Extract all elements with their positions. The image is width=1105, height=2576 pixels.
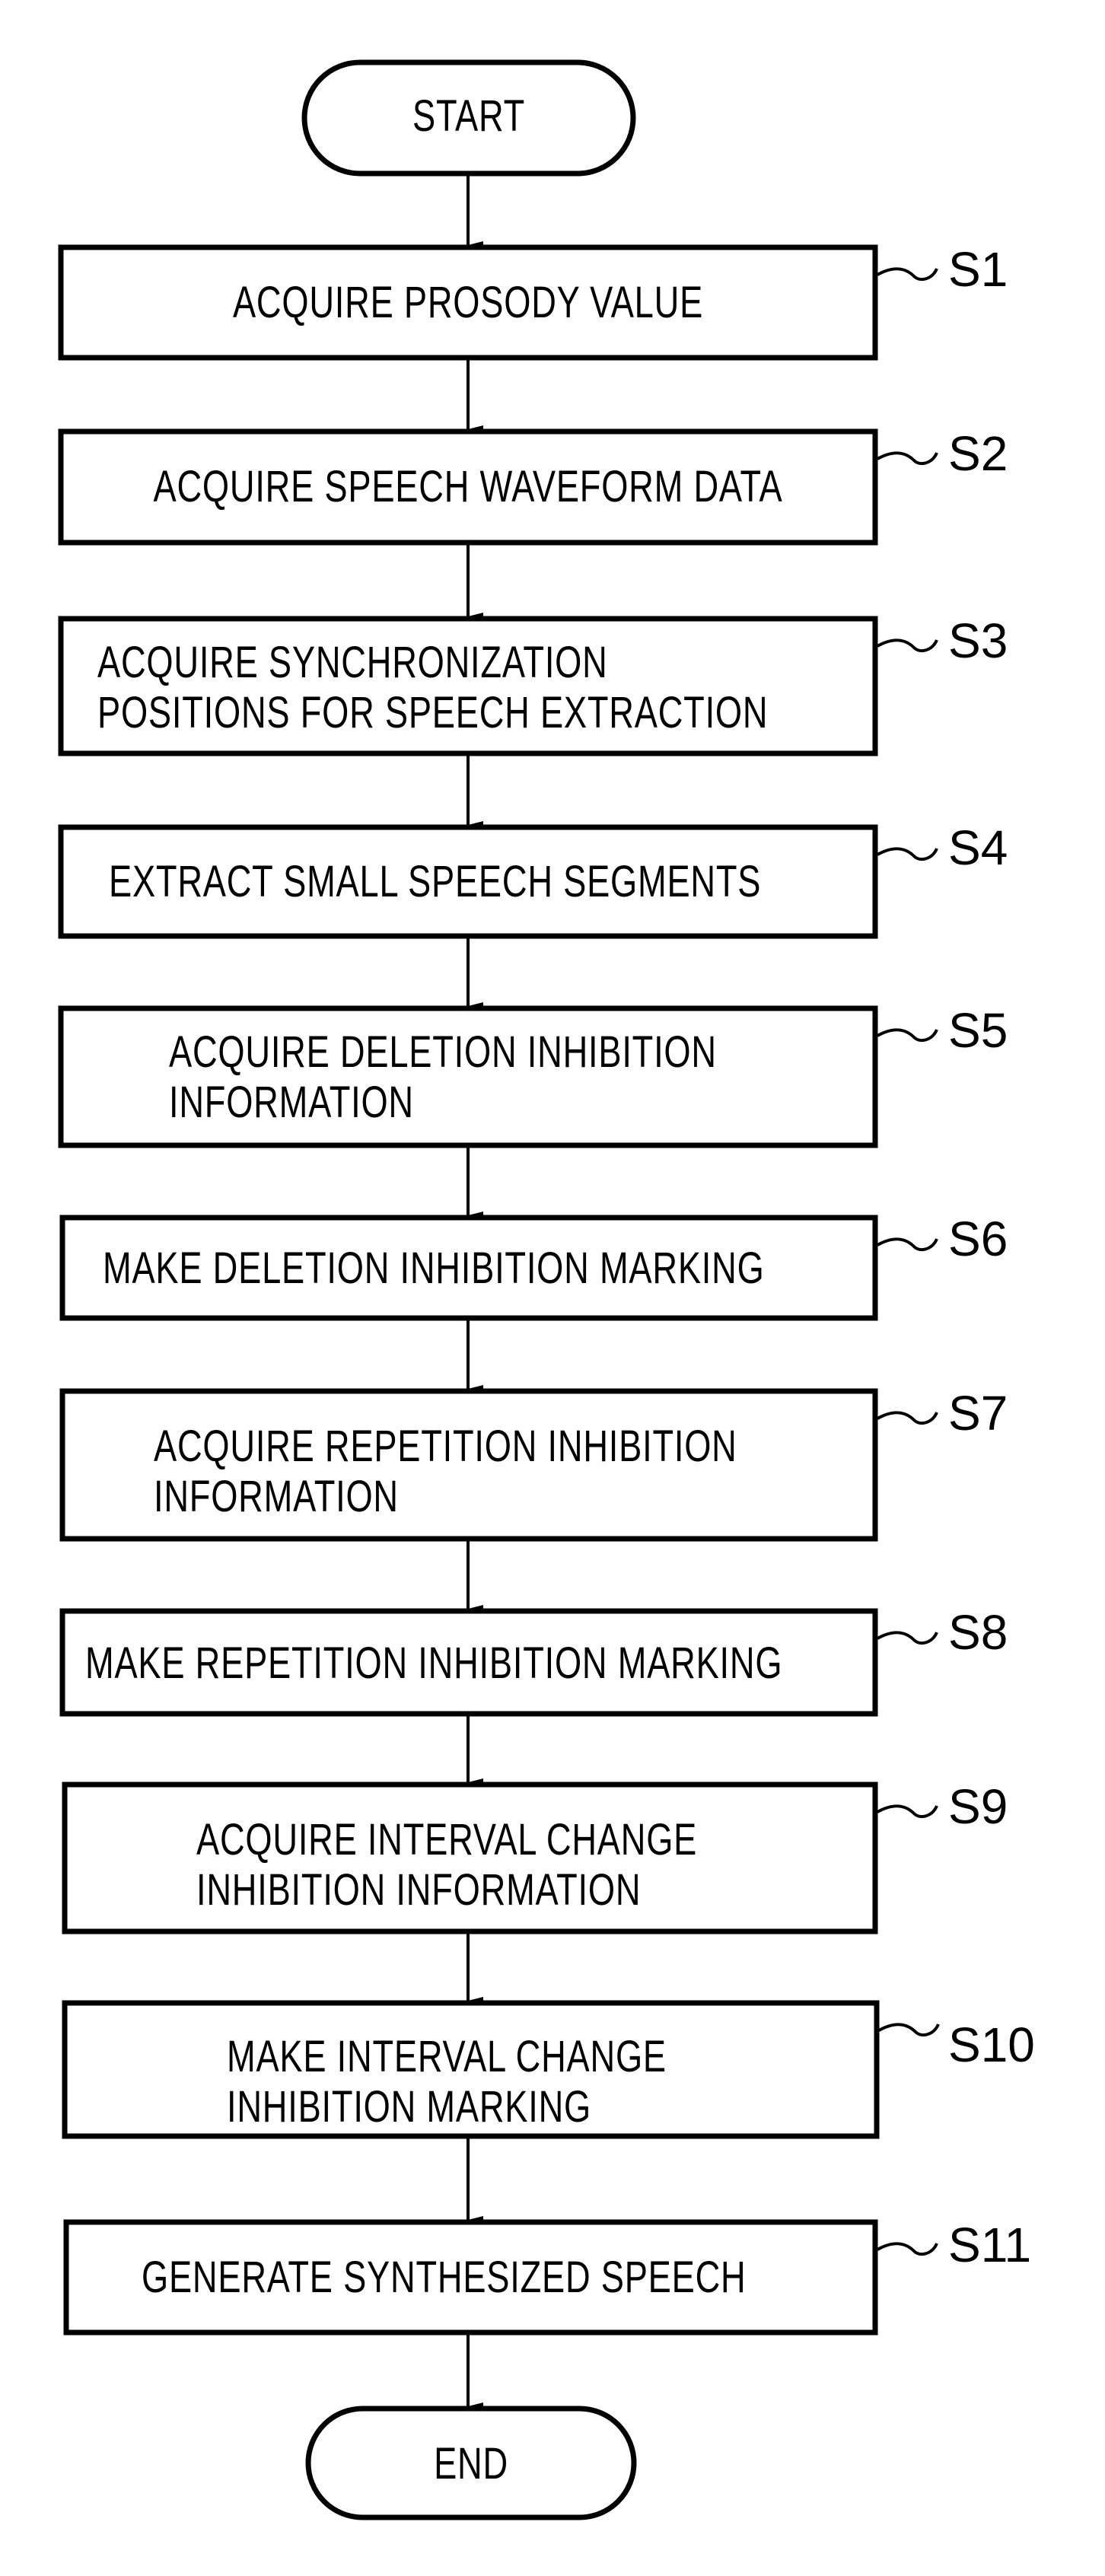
step-s3-text: ACQUIRE SYNCHRONIZATION POSITIONS FOR SP… [97,638,768,738]
step-label-s1: S1 [948,242,1008,297]
step-s10-line-1: MAKE INTERVAL CHANGE [227,2032,667,2081]
step-s1-line-1: ACQUIRE PROSODY VALUE [232,278,704,327]
leader-tilde-s5 [877,1028,938,1043]
step-s11-text: GENERATE SYNTHESIZED SPEECH [142,2253,746,2303]
step-s1-text: ACQUIRE PROSODY VALUE [151,278,786,328]
step-s2-text: ACQUIRE SPEECH WAVEFORM DATA [151,462,786,512]
leader-tilde-s10 [878,2023,940,2037]
step-s5-line-2: INFORMATION [169,1078,414,1127]
step-s7-text: ACQUIRE REPETITION INHIBITION INFORMATIO… [154,1422,737,1522]
step-s4-text: EXTRACT SMALL SPEECH SEGMENTS [109,857,761,907]
step-label-s10: S10 [948,2017,1035,2072]
step-label-s4: S4 [948,820,1008,875]
step-s5-line-1: ACQUIRE DELETION INHIBITION [169,1027,717,1077]
step-label-s9: S9 [948,1779,1008,1834]
step-label-s7: S7 [948,1386,1008,1441]
step-label-s2: S2 [948,426,1008,481]
step-s9-text: ACQUIRE INTERVAL CHANGE INHIBITION INFOR… [196,1815,697,1915]
step-label-s3: S3 [948,613,1008,668]
leader-tilde-s1 [877,267,938,282]
step-s10-line-2: INHIBITION MARKING [227,2082,592,2132]
step-s4-line-1: EXTRACT SMALL SPEECH SEGMENTS [109,857,762,906]
leader-tilde-s9 [877,1804,938,1819]
leader-tilde-s7 [877,1411,938,1425]
step-s8-text: MAKE REPETITION INHIBITION MARKING [85,1638,782,1689]
leader-tilde-s3 [877,638,938,653]
step-s8-line-1: MAKE REPETITION INHIBITION MARKING [85,1638,783,1688]
end-terminal-label: END [434,2439,508,2488]
step-s3-line-2: POSITIONS FOR SPEECH EXTRACTION [97,688,769,737]
step-s7-line-1: ACQUIRE REPETITION INHIBITION [154,1422,737,1471]
step-label-s8: S8 [948,1605,1008,1660]
leader-tilde-s11 [877,2242,938,2256]
step-label-s11: S11 [948,2218,1032,2272]
leader-tilde-s4 [877,847,938,861]
step-s10-text: MAKE INTERVAL CHANGE INHIBITION MARKING [227,2032,667,2132]
step-s6-text: MAKE DELETION INHIBITION MARKING [103,1243,765,1294]
step-s9-line-1: ACQUIRE INTERVAL CHANGE [196,1815,698,1864]
leader-tilde-s2 [877,451,938,466]
step-label-s6: S6 [948,1212,1008,1266]
leader-tilde-s6 [877,1237,938,1252]
step-s5-text: ACQUIRE DELETION INHIBITION INFORMATION [169,1027,717,1128]
leader-tilde-s8 [877,1631,938,1645]
step-s6-line-1: MAKE DELETION INHIBITION MARKING [103,1243,765,1293]
step-s9-line-2: INHIBITION INFORMATION [196,1865,642,1915]
step-label-s5: S5 [948,1003,1008,1058]
step-s3-line-1: ACQUIRE SYNCHRONIZATION [97,638,608,687]
start-terminal-label: START [412,91,526,141]
step-s2-line-1: ACQUIRE SPEECH WAVEFORM DATA [153,462,783,511]
step-s7-line-2: INFORMATION [154,1472,399,1521]
step-s11-line-1: GENERATE SYNTHESIZED SPEECH [142,2253,747,2302]
